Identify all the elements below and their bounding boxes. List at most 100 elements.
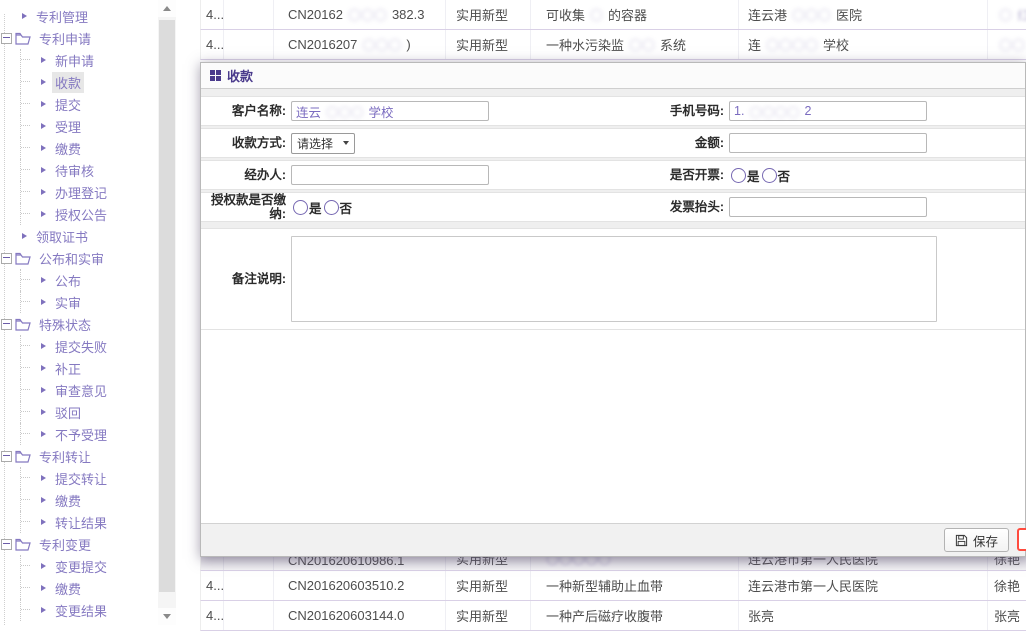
- sidebar-item[interactable]: 公布和实审: [0, 247, 158, 269]
- sidebar-item-label: 补正: [52, 358, 84, 379]
- save-button[interactable]: 保存: [944, 528, 1009, 552]
- auth-paid-no-radio[interactable]: [324, 200, 339, 215]
- scroll-down-button[interactable]: [158, 608, 176, 625]
- table-row[interactable]: 4... CN201620603510.2 实用新型 一种新型辅助止血带 连云港…: [200, 571, 1026, 601]
- expand-arrow-icon[interactable]: [41, 211, 46, 217]
- tree-guide: [20, 599, 37, 621]
- sidebar-item[interactable]: 特殊状态: [0, 313, 158, 335]
- sidebar-item[interactable]: 转让结果: [0, 511, 158, 533]
- scroll-up-button[interactable]: [158, 0, 176, 17]
- invoice-no-radio[interactable]: [762, 168, 777, 183]
- payment-method-select[interactable]: 请选择: [291, 133, 355, 154]
- sidebar-item[interactable]: 领取证书: [0, 225, 158, 247]
- sidebar-item-label: 变更提交: [52, 556, 110, 577]
- table-row[interactable]: 4... CN20162〇〇〇382.3 实用新型 可收集〇的容器 连云港〇〇〇…: [200, 0, 1026, 30]
- sidebar-item[interactable]: 补正: [0, 357, 158, 379]
- sidebar-item[interactable]: 公布: [0, 269, 158, 291]
- tree-guide: [20, 49, 37, 71]
- expand-arrow-icon[interactable]: [41, 101, 46, 107]
- collapse-box-icon[interactable]: [1, 451, 12, 462]
- amount-input[interactable]: [729, 133, 927, 153]
- sidebar-item[interactable]: 缴费: [0, 137, 158, 159]
- sidebar-item[interactable]: 提交转让: [0, 467, 158, 489]
- cancel-button-partial[interactable]: [1017, 528, 1026, 551]
- sidebar-item-label: 提交转让: [52, 468, 110, 489]
- expand-arrow-icon[interactable]: [41, 123, 46, 129]
- table-row[interactable]: 4... CN2016207〇〇〇) 实用新型 一种水污染监〇〇系统 连〇〇〇〇…: [200, 30, 1026, 60]
- expand-arrow-icon[interactable]: [41, 299, 46, 305]
- collapse-box-icon[interactable]: [1, 33, 12, 44]
- expand-arrow-icon[interactable]: [22, 13, 27, 19]
- phone-input[interactable]: 1.〇〇〇〇2: [729, 101, 927, 121]
- sidebar-item[interactable]: 变更提交: [0, 555, 158, 577]
- expand-arrow-icon[interactable]: [41, 607, 46, 613]
- sidebar-item[interactable]: 受理: [0, 115, 158, 137]
- cell-empty: [224, 0, 274, 29]
- collapse-box-icon[interactable]: [1, 539, 12, 550]
- sidebar-scrollbar[interactable]: [158, 0, 176, 625]
- expand-arrow-icon[interactable]: [41, 167, 46, 173]
- sidebar-item-label: 驳回: [52, 402, 84, 423]
- sidebar-item-label: 缴费: [52, 138, 84, 159]
- expand-arrow-icon[interactable]: [41, 189, 46, 195]
- expand-arrow-icon[interactable]: [41, 497, 46, 503]
- expand-arrow-icon[interactable]: [41, 387, 46, 393]
- expand-arrow-icon[interactable]: [41, 431, 46, 437]
- sidebar-item-label: 转让结果: [52, 512, 110, 533]
- sidebar-item[interactable]: 专利申请: [0, 27, 158, 49]
- expand-arrow-icon[interactable]: [41, 475, 46, 481]
- sidebar-item-label: 提交失败: [52, 336, 110, 357]
- auth-paid-yes-radio[interactable]: [293, 200, 308, 215]
- sidebar-item-label: 受理: [52, 116, 84, 137]
- expand-arrow-icon[interactable]: [41, 79, 46, 85]
- form-row: 客户名称: 连云〇〇〇学校 手机号码: 1.〇〇〇〇2: [201, 96, 1025, 126]
- expand-arrow-icon[interactable]: [41, 409, 46, 415]
- expand-arrow-icon[interactable]: [41, 365, 46, 371]
- expand-arrow-icon[interactable]: [41, 277, 46, 283]
- cell-inventor: 〇红: [988, 0, 1026, 29]
- expand-arrow-icon[interactable]: [41, 563, 46, 569]
- invoice-yes-radio[interactable]: [731, 168, 746, 183]
- table-row[interactable]: 4... CN201620603144.0 实用新型 一种产后磁疗收腹带 张亮 …: [200, 601, 1026, 631]
- receipt-modal: 收款 客户名称: 连云〇〇〇学校 手机号码: 1.〇〇〇〇2 收款方式: 请选择: [200, 62, 1026, 557]
- expand-arrow-icon[interactable]: [41, 585, 46, 591]
- collapse-box-icon[interactable]: [1, 253, 12, 264]
- invoice-title-label: 发票抬头:: [614, 200, 724, 214]
- remarks-textarea[interactable]: [291, 236, 937, 322]
- sidebar-item[interactable]: 变更结果: [0, 599, 158, 621]
- invoice-title-input[interactable]: [729, 197, 927, 217]
- sidebar-item[interactable]: 缴费: [0, 577, 158, 599]
- sidebar-item[interactable]: 提交: [0, 93, 158, 115]
- sidebar-item[interactable]: 专利变更: [0, 533, 158, 555]
- expand-arrow-icon[interactable]: [41, 57, 46, 63]
- sidebar-item[interactable]: 提交失败: [0, 335, 158, 357]
- collapse-box-icon[interactable]: [1, 319, 12, 330]
- chevron-up-icon: [163, 6, 171, 11]
- sidebar-item[interactable]: [0, 621, 158, 625]
- expand-arrow-icon[interactable]: [41, 145, 46, 151]
- sidebar-item-selected[interactable]: 收款: [0, 71, 158, 93]
- sidebar-item[interactable]: 缴费: [0, 489, 158, 511]
- sidebar-item[interactable]: 审查意见: [0, 379, 158, 401]
- sidebar-item[interactable]: 驳回: [0, 401, 158, 423]
- cell-patent-type: 实用新型: [446, 571, 531, 600]
- sidebar-item[interactable]: 新申请: [0, 49, 158, 71]
- sidebar-item[interactable]: 待审核: [0, 159, 158, 181]
- sidebar-item-label: 缴费: [52, 490, 84, 511]
- sidebar-item[interactable]: 专利转让: [0, 445, 158, 467]
- sidebar-item[interactable]: 授权公告: [0, 203, 158, 225]
- scrollbar-thumb[interactable]: [159, 20, 175, 592]
- sidebar-item[interactable]: 办理登记: [0, 181, 158, 203]
- customer-name-input[interactable]: 连云〇〇〇学校: [291, 101, 489, 121]
- sidebar-item[interactable]: 实审: [0, 291, 158, 313]
- handler-input[interactable]: [291, 165, 489, 185]
- customer-name-label: 客户名称:: [206, 104, 286, 118]
- sidebar-item[interactable]: 专利管理: [0, 5, 158, 27]
- sidebar-item[interactable]: 不予受理: [0, 423, 158, 445]
- expand-arrow-icon[interactable]: [22, 233, 27, 239]
- tree-guide: [20, 379, 37, 401]
- expand-arrow-icon[interactable]: [41, 519, 46, 525]
- form-row: 收款方式: 请选择 金额:: [201, 128, 1025, 158]
- tree-guide: [20, 71, 37, 93]
- expand-arrow-icon[interactable]: [41, 343, 46, 349]
